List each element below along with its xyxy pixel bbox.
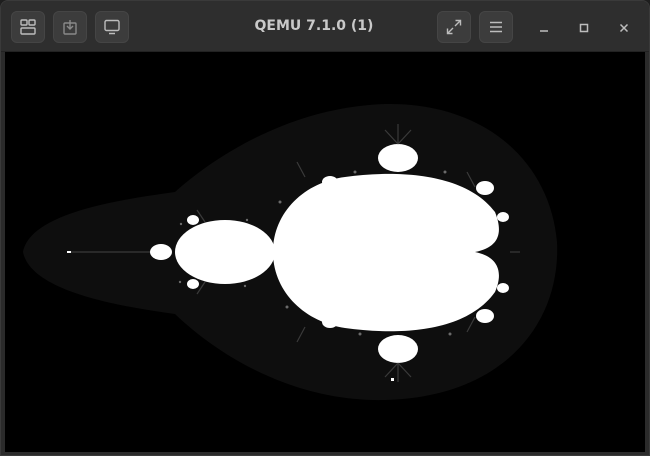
close-button[interactable] [614,17,634,37]
maximize-button[interactable] [574,17,594,37]
usb-icon [62,19,78,35]
tabs-overview-button[interactable] [11,11,45,43]
menu-button[interactable] [479,11,513,43]
lower-right-bulb [476,309,494,323]
title-bar: QEMU 7.1.0 (1) [1,1,649,52]
window-title: QEMU 7.1.0 (1) [254,18,374,34]
bottom-bulb [378,335,418,363]
left-minibulb [150,244,172,260]
upper-right-bulb [476,181,494,195]
qemu-window: QEMU 7.1.0 (1) [0,0,650,456]
expand-icon [446,19,462,35]
minimize-icon [539,18,549,37]
top-bulb [378,144,418,172]
maximize-icon [579,18,589,37]
mandelbrot-fractal [5,52,645,452]
usb-devices-button[interactable] [53,11,87,43]
tip-point [67,251,71,253]
minimize-button[interactable] [534,17,554,37]
display-button[interactable] [95,11,129,43]
period-2-bulb [175,220,275,284]
monitor-icon [104,19,120,35]
close-icon [619,18,629,37]
fullscreen-button[interactable] [437,11,471,43]
tabs-icon [20,19,36,35]
hamburger-icon [488,19,504,35]
vm-display[interactable] [5,52,645,452]
main-cardioid [273,173,499,332]
